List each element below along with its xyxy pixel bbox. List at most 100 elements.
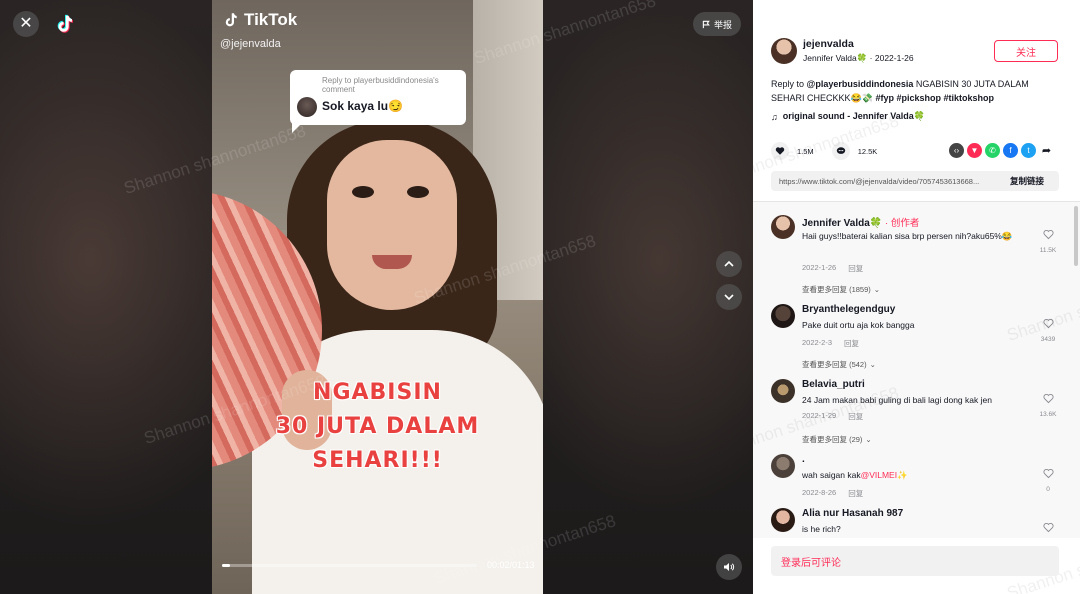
chevron-down-icon: ⌄ bbox=[869, 360, 876, 369]
view-more-replies[interactable]: 查看更多回复 (542) ⌄ bbox=[802, 359, 876, 370]
facebook-icon[interactable]: f bbox=[1003, 143, 1018, 158]
comment-like-count: 11.5K bbox=[1039, 247, 1057, 254]
reply-button[interactable]: 回复 bbox=[848, 263, 863, 274]
comment-like-count: 13.6K bbox=[1039, 411, 1057, 418]
side-panel: jejenvalda Jennifer Valda🍀 · 2022-1-26 关… bbox=[753, 0, 1080, 594]
video-handle: @jejenvalda bbox=[220, 38, 281, 50]
comment-author[interactable]: Alia nur Hasanah 987 bbox=[802, 508, 903, 519]
comment-like-button[interactable] bbox=[1035, 520, 1061, 538]
hashtags[interactable]: #fyp #pickshop #tiktokshop bbox=[875, 93, 994, 103]
comment-like-count: 3439 bbox=[1040, 336, 1056, 343]
tiktok-logo-icon[interactable] bbox=[54, 13, 76, 35]
copy-link-button[interactable]: 复制链接 bbox=[1010, 175, 1044, 187]
comment-date: 2022-2-3 bbox=[802, 338, 833, 347]
avatar[interactable] bbox=[771, 304, 795, 328]
forward-icon[interactable]: ➦ bbox=[1039, 143, 1054, 158]
comment-like-count: 0 bbox=[1046, 486, 1050, 493]
sound-link[interactable]: ♫ original sound - Jennifer Valda🍀 bbox=[771, 111, 925, 122]
reply-user-link[interactable]: @playerbusiddindonesia bbox=[807, 79, 914, 89]
creator-badge: · 创作者 bbox=[885, 218, 920, 229]
comment-count: 12.5K bbox=[857, 146, 878, 156]
comment-text: Pake duit ortu aja kok bangga bbox=[802, 320, 915, 330]
comment-meta: 2022-2-3 回复 bbox=[802, 338, 859, 349]
comment-meta: 2022-8-26 回复 bbox=[802, 488, 863, 499]
reply-meta: Reply to playerbusiddindonesia's comment bbox=[322, 76, 439, 94]
report-label: 举报 bbox=[713, 19, 732, 30]
video-link-box: https://www.tiktok.com/@jejenvalda/video… bbox=[771, 171, 1059, 191]
reply-comment-bubble: Reply to playerbusiddindonesia's comment… bbox=[290, 70, 466, 133]
avatar[interactable] bbox=[771, 508, 795, 532]
video-caption-line-2: 30 JUTA DALAM bbox=[275, 414, 480, 439]
tiktok-share-icon[interactable]: ▼ bbox=[967, 143, 982, 158]
twitter-icon[interactable]: t bbox=[1021, 143, 1036, 158]
music-note-icon: ♫ bbox=[771, 111, 778, 122]
chevron-down-icon: ⌄ bbox=[873, 285, 881, 294]
tiktok-brand: TikTok bbox=[222, 10, 297, 30]
author-subline: Jennifer Valda🍀 · 2022-1-26 bbox=[803, 53, 914, 63]
avatar bbox=[297, 97, 317, 117]
tiktok-video-page: NGABISIN 30 JUTA DALAM SEHARI!!! Shannon… bbox=[0, 0, 1080, 594]
avatar[interactable] bbox=[771, 215, 795, 239]
heart-outline-icon bbox=[1042, 229, 1054, 240]
comment-meta: 2022-1-26 回复 bbox=[802, 263, 863, 274]
author-avatar[interactable] bbox=[771, 38, 797, 64]
comment-text: wah saigan kak@VILMEI✨ bbox=[802, 470, 908, 480]
comment-like-button[interactable]: 0 bbox=[1035, 466, 1061, 493]
chevron-up-icon bbox=[724, 260, 734, 267]
author-username[interactable]: jejenvalda bbox=[803, 38, 854, 50]
view-more-replies[interactable]: 查看更多回复 (1859) ⌄ bbox=[802, 284, 880, 295]
flag-icon bbox=[702, 20, 710, 28]
heart-outline-icon bbox=[1042, 468, 1054, 479]
whatsapp-icon[interactable]: ✆ bbox=[985, 143, 1000, 158]
comment-date: 2022-1-26 bbox=[802, 263, 837, 272]
comment-text: is he rich? bbox=[802, 524, 841, 534]
video-description: Reply to @playerbusiddindonesia NGABISIN… bbox=[771, 77, 1063, 105]
video-caption-line-3: SEHARI!!! bbox=[312, 448, 443, 473]
author-display-name: Jennifer Valda🍀 bbox=[803, 53, 868, 63]
comment-text: Haii guys!!baterai kalian sisa brp perse… bbox=[802, 231, 1013, 241]
volume-icon bbox=[724, 563, 735, 571]
tiktok-note-icon bbox=[225, 13, 237, 27]
reply-button[interactable]: 回复 bbox=[844, 338, 859, 349]
comment-date: 2022-8-26 bbox=[802, 488, 837, 497]
comment-author[interactable]: Belavia_putri bbox=[802, 379, 865, 390]
avatar[interactable] bbox=[771, 379, 795, 403]
login-to-comment-button[interactable]: 登录后可评论 bbox=[771, 546, 1059, 576]
volume-button[interactable] bbox=[716, 554, 742, 580]
heart-outline-icon bbox=[1042, 522, 1054, 533]
reply-prefix: Reply to bbox=[771, 79, 805, 89]
comment-author[interactable]: Bryanthelegendguy bbox=[802, 304, 895, 315]
video-url[interactable]: https://www.tiktok.com/@jejenvalda/video… bbox=[779, 177, 1004, 186]
video-pane: NGABISIN 30 JUTA DALAM SEHARI!!! Shannon… bbox=[0, 0, 753, 594]
next-video-button[interactable] bbox=[716, 284, 742, 310]
close-icon: ✕ bbox=[19, 15, 33, 32]
comment-mention[interactable]: @VILMEI✨ bbox=[861, 470, 908, 480]
reply-text: Sok kaya lu😏 bbox=[322, 99, 403, 113]
report-button[interactable]: 举报 bbox=[693, 12, 741, 36]
comment-list[interactable]: Jennifer Valda🍀 · 创作者 Haii guys!!baterai… bbox=[753, 202, 1080, 538]
previous-video-button[interactable] bbox=[716, 251, 742, 277]
avatar[interactable] bbox=[771, 454, 795, 478]
follow-button[interactable]: 关注 bbox=[994, 40, 1058, 62]
embed-icon[interactable]: ‹› bbox=[949, 143, 964, 158]
video-progress-fill bbox=[222, 564, 230, 567]
scrollbar[interactable] bbox=[1074, 206, 1078, 266]
video-progress-bar[interactable] bbox=[222, 564, 477, 567]
comment-like-button[interactable]: 13.6K bbox=[1035, 391, 1061, 418]
comment-like-button[interactable]: 11.5K bbox=[1035, 227, 1061, 254]
comment-author[interactable]: Jennifer Valda🍀 · 创作者 bbox=[802, 215, 919, 229]
reply-button[interactable]: 回复 bbox=[848, 488, 863, 499]
sound-title: original sound - Jennifer Valda🍀 bbox=[782, 111, 925, 121]
tiktok-wordmark: TikTok bbox=[244, 10, 298, 29]
video-time: 00:02/01:13 bbox=[487, 560, 535, 570]
heart-outline-icon bbox=[1042, 393, 1054, 404]
comment-author[interactable]: . bbox=[802, 454, 805, 465]
close-button[interactable]: ✕ bbox=[13, 11, 39, 37]
share-row: ‹› ▼ ✆ f t ➦ bbox=[949, 143, 1054, 158]
chevron-down-icon bbox=[724, 294, 734, 301]
view-more-replies[interactable]: 查看更多回复 (29) ⌄ bbox=[802, 434, 872, 445]
post-date: 2022-1-26 bbox=[874, 53, 914, 63]
comment-item: . wah saigan kak@VILMEI✨ 2022-8-26 回复 0 bbox=[771, 454, 1061, 502]
comment-item: Alia nur Hasanah 987 is he rich? bbox=[771, 508, 1061, 538]
chevron-down-icon: ⌄ bbox=[865, 435, 872, 444]
